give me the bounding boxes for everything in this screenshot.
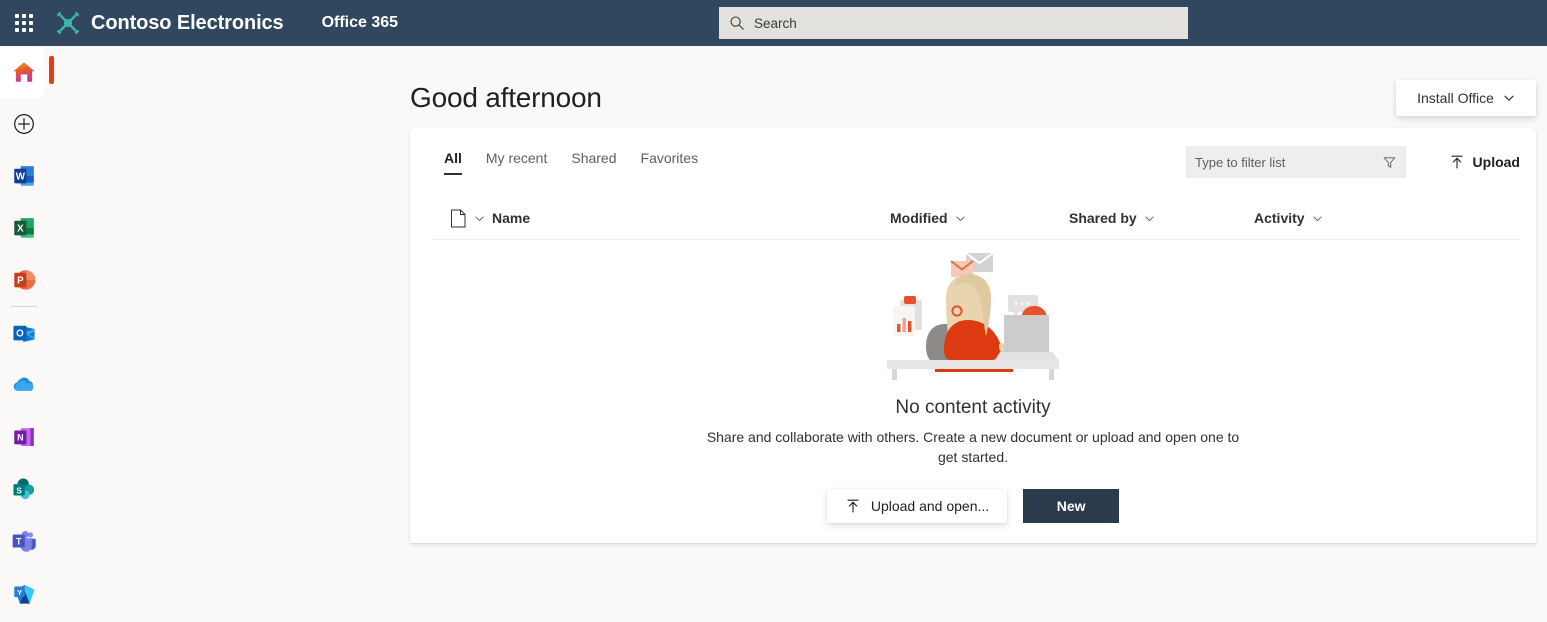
- upload-and-open-button[interactable]: Upload and open...: [826, 489, 1008, 523]
- chevron-down-icon: [955, 215, 965, 221]
- svg-text:S: S: [16, 485, 22, 495]
- top-navigation-bar: Contoso Electronics Office 365 Search: [0, 0, 1547, 46]
- excel-icon: X: [14, 218, 34, 238]
- column-header-modified[interactable]: Modified: [890, 202, 966, 234]
- brand-home-link[interactable]: Contoso Electronics: [55, 10, 284, 36]
- install-office-label: Install Office: [1417, 90, 1494, 106]
- empty-state: No content activity Share and collaborat…: [410, 248, 1536, 523]
- sidebar-item-yammer[interactable]: Y: [0, 567, 48, 619]
- page-title: Good afternoon: [410, 82, 602, 113]
- sidebar-item-powerpoint[interactable]: P: [0, 254, 48, 306]
- svg-text:W: W: [16, 172, 26, 183]
- tab-all[interactable]: All: [432, 150, 474, 175]
- column-header-file-type[interactable]: [450, 202, 485, 234]
- tab-shared[interactable]: Shared: [559, 150, 628, 175]
- plus-circle-icon: [14, 114, 34, 134]
- home-active-indicator: [49, 56, 54, 84]
- svg-text:O: O: [16, 329, 24, 340]
- sidebar-item-home[interactable]: [0, 46, 54, 98]
- sidebar-item-onedrive[interactable]: [0, 359, 48, 411]
- chevron-down-icon: [1504, 95, 1514, 101]
- sidebar-item-word[interactable]: W: [0, 150, 48, 202]
- home-icon: [13, 62, 35, 82]
- column-name-label: Name: [492, 210, 531, 226]
- empty-state-description: Share and collaborate with others. Creat…: [706, 429, 1240, 465]
- envelope-group: [950, 252, 994, 277]
- outlook-icon: O: [13, 325, 35, 342]
- app-name-label[interactable]: Office 365: [322, 14, 398, 32]
- content-filter-tabs: All My recent Shared Favorites: [432, 150, 710, 175]
- chevron-down-icon: [1145, 215, 1154, 221]
- onenote-icon: N: [14, 428, 34, 446]
- file-list-column-headers: Name Modified Shared by Activity: [432, 202, 1520, 240]
- install-office-button[interactable]: Install Office: [1396, 80, 1536, 116]
- tab-my-recent[interactable]: My recent: [474, 150, 559, 175]
- column-shared-by-label: Shared by: [1069, 210, 1137, 226]
- upload-label: Upload: [1472, 154, 1520, 170]
- clipboard-chart-group: [893, 296, 922, 336]
- column-activity-label: Activity: [1254, 210, 1305, 226]
- sidebar-item-outlook[interactable]: O: [0, 307, 48, 359]
- svg-text:Y: Y: [17, 588, 23, 597]
- yammer-icon: Y: [14, 584, 35, 604]
- chevron-down-icon: [475, 215, 484, 221]
- tab-favorites[interactable]: Favorites: [629, 150, 711, 175]
- sidebar-item-sharepoint[interactable]: S: [0, 463, 48, 515]
- sharepoint-icon: S: [13, 478, 35, 500]
- sidebar-item-excel[interactable]: X: [0, 202, 48, 254]
- word-icon: W: [14, 166, 34, 186]
- svg-text:N: N: [17, 433, 23, 443]
- svg-text:T: T: [16, 536, 22, 546]
- contoso-drone-logo-icon: [57, 12, 79, 34]
- search-placeholder: Search: [754, 15, 797, 31]
- svg-text:P: P: [17, 276, 24, 287]
- sidebar-item-teams[interactable]: T: [0, 515, 48, 567]
- search-input[interactable]: Search: [719, 7, 1188, 39]
- onedrive-icon: [13, 377, 34, 391]
- file-type-icon: [451, 209, 466, 227]
- svg-text:X: X: [17, 224, 24, 235]
- search-icon: [730, 16, 744, 30]
- upload-arrow-icon: [1450, 155, 1463, 169]
- filter-funnel-icon: [1383, 156, 1396, 168]
- sidebar-item-create[interactable]: [0, 98, 48, 150]
- brand-name-label: Contoso Electronics: [91, 11, 284, 34]
- upload-arrow-icon: [847, 499, 859, 513]
- upload-button[interactable]: Upload: [1449, 146, 1520, 178]
- column-header-shared-by[interactable]: Shared by: [1069, 202, 1155, 234]
- app-launcher-button[interactable]: [0, 0, 48, 46]
- powerpoint-icon: P: [14, 270, 36, 290]
- empty-state-actions: Upload and open... New: [826, 489, 1120, 523]
- new-button[interactable]: New: [1023, 489, 1120, 523]
- chevron-down-icon: [1312, 215, 1322, 221]
- filter-placeholder: Type to filter list: [1195, 154, 1286, 170]
- column-modified-label: Modified: [890, 210, 948, 226]
- column-header-name[interactable]: Name: [492, 202, 530, 234]
- upload-and-open-label: Upload and open...: [870, 498, 990, 514]
- sidebar-item-onenote[interactable]: N: [0, 411, 48, 463]
- app-rail-sidebar: W X P O N S T Y: [0, 46, 54, 622]
- empty-state-title: No content activity: [895, 397, 1051, 418]
- content-activity-card: All My recent Shared Favorites Type to f…: [410, 128, 1536, 543]
- filter-list-input[interactable]: Type to filter list: [1186, 146, 1406, 178]
- person-at-desk-with-laptop-illustration: [887, 252, 1059, 380]
- waffle-icon: [15, 14, 33, 32]
- column-header-activity[interactable]: Activity: [1254, 202, 1323, 234]
- teams-icon: T: [12, 531, 36, 552]
